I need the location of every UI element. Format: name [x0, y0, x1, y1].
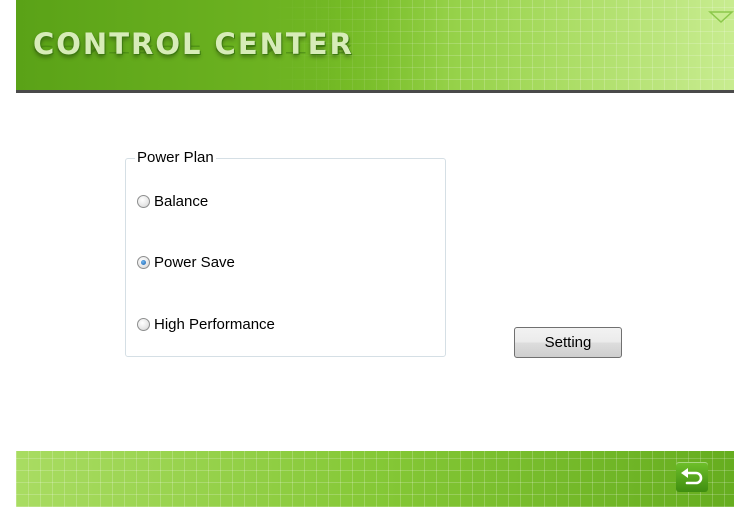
radio-label-balance: Balance	[154, 193, 209, 210]
radio-high-performance[interactable]: High Performance	[137, 316, 275, 333]
footer-bar	[16, 451, 734, 507]
back-button[interactable]	[676, 462, 708, 492]
app-title: CONTROL CENTER	[33, 27, 354, 61]
power-plan-legend: Power Plan	[135, 149, 216, 166]
header-bar: CONTROL CENTER CONTROL CENTER	[16, 0, 734, 92]
radio-balance[interactable]: Balance	[137, 193, 208, 210]
radio-button[interactable]	[137, 195, 150, 208]
power-plan-group: Power Plan Balance Power Save High Perfo…	[125, 150, 446, 357]
triangle-down-icon[interactable]	[708, 10, 734, 24]
control-center-window: CONTROL CENTER CONTROL CENTER Power Plan…	[16, 0, 734, 507]
radio-label-high-performance: High Performance	[154, 316, 275, 333]
radio-button-selected[interactable]	[137, 256, 150, 269]
header-divider	[16, 90, 734, 93]
radio-power-save[interactable]: Power Save	[137, 254, 235, 271]
setting-button[interactable]: Setting	[514, 327, 622, 358]
radio-label-power-save: Power Save	[154, 254, 235, 271]
return-arrow-icon	[681, 468, 703, 485]
radio-button[interactable]	[137, 318, 150, 331]
